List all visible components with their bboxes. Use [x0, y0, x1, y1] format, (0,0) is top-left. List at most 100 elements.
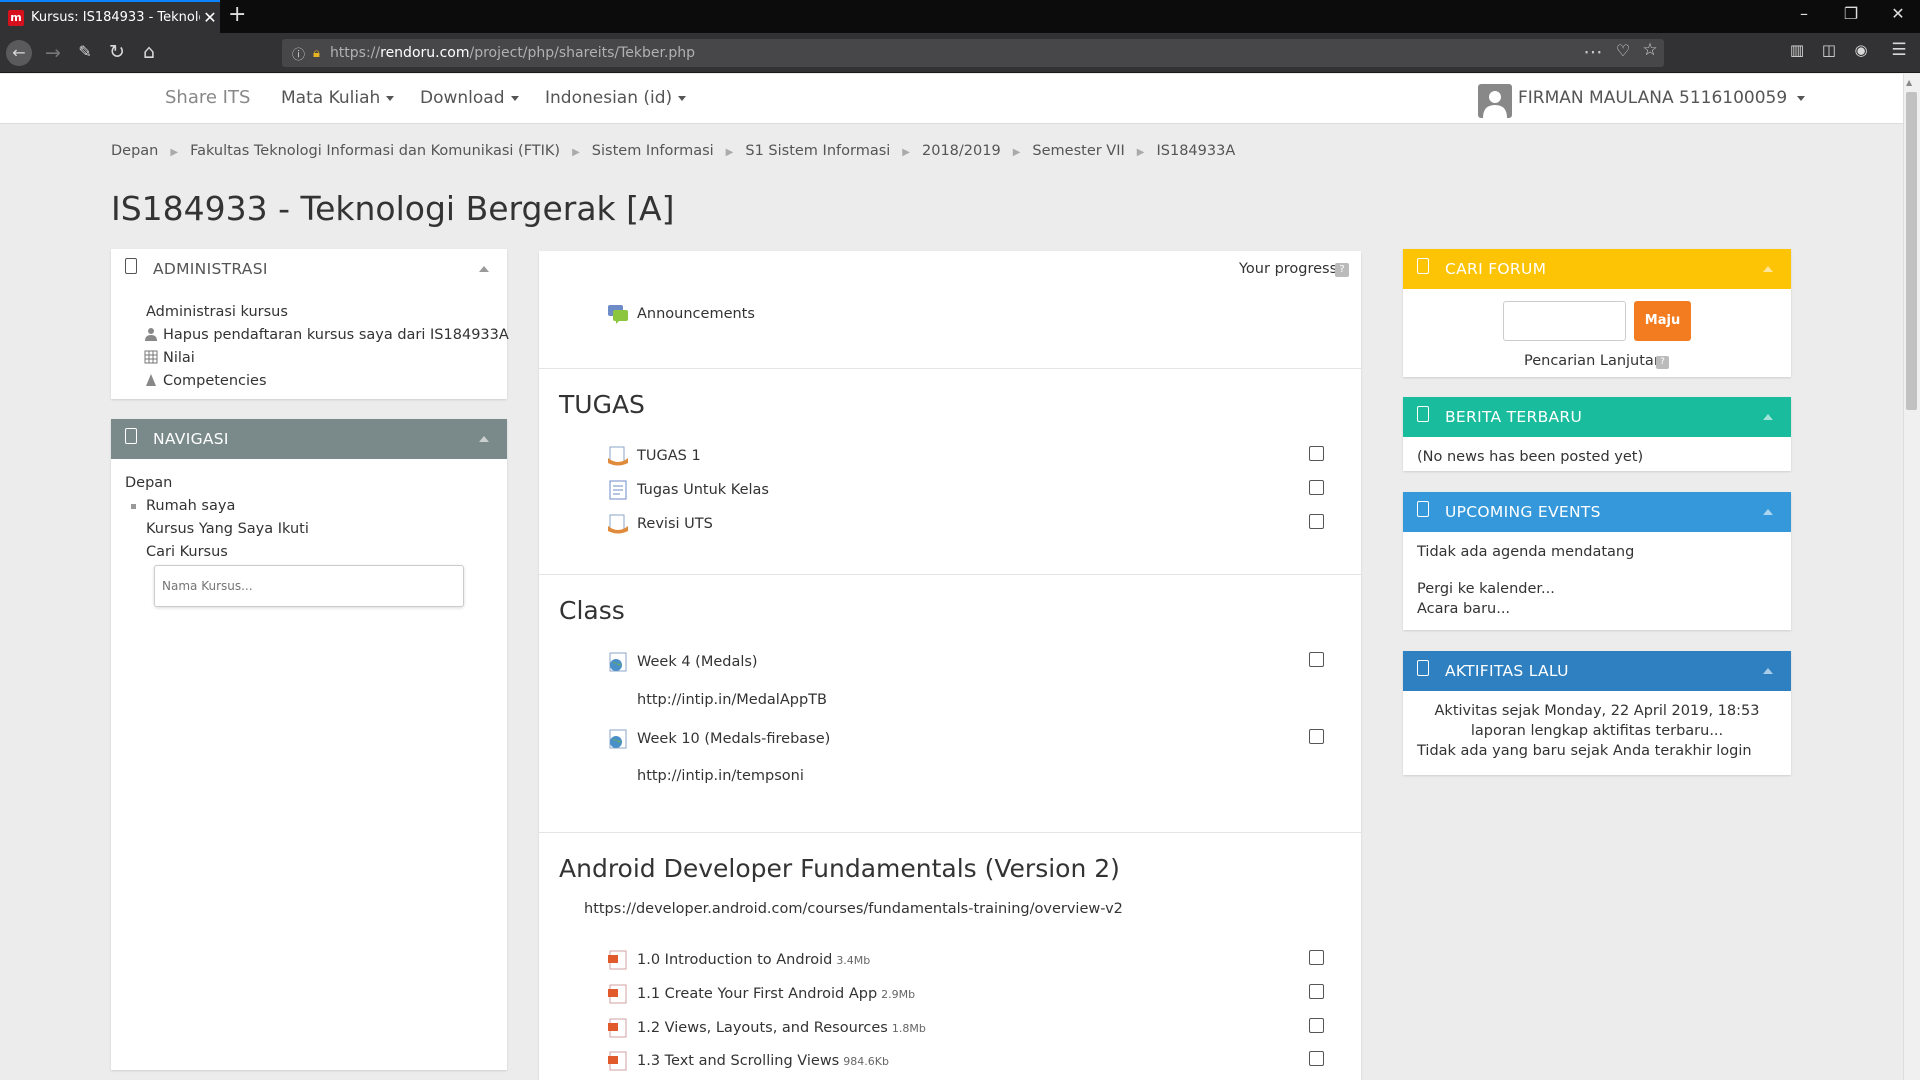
admin-course-link[interactable]: Administrasi kursus — [146, 304, 288, 320]
admin-block-header[interactable]: ADMINISTRASI — [111, 249, 507, 289]
recent-activity-header[interactable]: AKTIFITAS LALU — [1403, 651, 1791, 691]
bookmark-star-icon[interactable]: ☆ — [1637, 40, 1663, 60]
forum-search-button[interactable]: Maju — [1634, 301, 1691, 341]
forward-icon[interactable]: → — [40, 42, 66, 64]
completion-checkbox[interactable] — [1309, 984, 1324, 999]
minimize-icon[interactable]: – — [1784, 4, 1824, 23]
help-icon[interactable]: ? — [1656, 356, 1669, 369]
completion-checkbox[interactable] — [1309, 514, 1324, 529]
block-icon — [1417, 406, 1429, 422]
brand-link[interactable]: Share ITS — [165, 87, 250, 108]
account-icon[interactable]: ◉ — [1848, 41, 1874, 59]
calendar-link[interactable]: Pergi ke kalender... — [1417, 581, 1555, 597]
lock-warning-icon[interactable]: 🔒︎ — [313, 46, 320, 61]
nav-block-header[interactable]: NAVIGASI — [111, 419, 507, 459]
nav-cari-kursus[interactable]: Cari Kursus — [146, 544, 228, 560]
breadcrumb-item[interactable]: Fakultas Teknologi Informasi dan Komunik… — [190, 143, 560, 162]
announcements-activity[interactable]: Announcements — [607, 304, 755, 324]
pocket-icon[interactable]: ♡ — [1610, 41, 1636, 60]
page-icon — [609, 480, 627, 500]
activity-label: TUGAS 1 — [637, 448, 701, 464]
breadcrumb-item[interactable]: Semester VII — [1032, 143, 1124, 162]
breadcrumb-item[interactable]: 2018/2019 — [922, 143, 1001, 162]
page-title: IS184933 - Teknologi Bergerak [A] — [111, 189, 675, 228]
assignment-icon — [608, 446, 628, 466]
nav-kursus-ikuti[interactable]: Kursus Yang Saya Ikuti — [146, 521, 309, 537]
window-close-icon[interactable]: ✕ — [1878, 4, 1918, 23]
completion-checkbox[interactable] — [1309, 950, 1324, 965]
competencies-link[interactable]: Competencies — [144, 373, 267, 389]
url-prefix: https:// — [329, 45, 381, 61]
back-icon[interactable]: ← — [6, 40, 32, 66]
nav-depan[interactable]: Depan — [125, 475, 172, 491]
android-course-link[interactable]: https://developer.android.com/courses/fu… — [584, 901, 1123, 917]
advanced-search-link[interactable]: Pencarian Lanjutan — [1524, 353, 1663, 369]
library-icon[interactable]: ▥ — [1784, 41, 1810, 59]
grades-link[interactable]: Nilai — [144, 350, 195, 366]
activity-revisi-uts[interactable]: Revisi UTS — [607, 514, 713, 534]
scrollbar-thumb[interactable] — [1906, 92, 1917, 410]
new-event-link[interactable]: Acara baru... — [1417, 601, 1510, 617]
collapse-icon[interactable] — [479, 266, 489, 272]
forum-search-input[interactable] — [1503, 301, 1626, 341]
page-actions-icon[interactable]: ⋯ — [1580, 41, 1606, 63]
collapse-icon[interactable] — [1763, 668, 1773, 674]
completion-checkbox[interactable] — [1309, 1018, 1324, 1033]
reload-icon[interactable]: ↻ — [104, 41, 130, 63]
activity-tugas-1[interactable]: TUGAS 1 — [607, 446, 701, 466]
unenrol-link[interactable]: Hapus pendaftaran kursus saya dari IS184… — [144, 327, 509, 343]
completion-checkbox[interactable] — [1309, 652, 1324, 667]
search-forum-header[interactable]: CARI FORUM — [1403, 249, 1791, 289]
user-menu[interactable]: FIRMAN MAULANA 5116100059 — [1518, 88, 1806, 108]
menu-language[interactable]: Indonesian (id) — [545, 88, 687, 108]
news-header[interactable]: BERITA TERBARU — [1403, 397, 1791, 437]
activity-tugas-kelas[interactable]: Tugas Untuk Kelas — [607, 480, 769, 500]
link-text[interactable]: http://intip.in/MedalAppTB — [637, 692, 827, 708]
full-report-link[interactable]: laporan lengkap aktifitas terbaru... — [1403, 723, 1791, 739]
completion-checkbox[interactable] — [1309, 446, 1324, 461]
info-icon[interactable]: ⓘ — [292, 44, 305, 63]
collapse-icon[interactable] — [479, 436, 489, 442]
link-text[interactable]: http://intip.in/tempsoni — [637, 768, 804, 784]
competencies-icon — [146, 374, 156, 386]
scroll-up-icon[interactable]: ▲ — [1906, 78, 1912, 87]
activity-pdf-1-0[interactable]: 1.0 Introduction to Android 3.4Mb — [607, 950, 870, 970]
breadcrumb-item[interactable]: S1 Sistem Informasi — [745, 143, 890, 162]
breadcrumb-item[interactable]: Depan — [111, 143, 158, 162]
assignment-icon — [608, 514, 628, 534]
activity-week-10[interactable]: Week 10 (Medals-firebase) — [607, 729, 830, 749]
menu-download[interactable]: Download — [420, 88, 519, 108]
activity-pdf-1-1[interactable]: 1.1 Create Your First Android App 2.9Mb — [607, 984, 915, 1004]
user-avatar[interactable] — [1478, 84, 1512, 118]
url-bar[interactable]: ⓘ 🔒︎ https:// rendoru.com /project/php/s… — [282, 39, 1664, 67]
user-name: FIRMAN MAULANA 5116100059 — [1518, 88, 1788, 108]
forum-icon — [608, 305, 628, 324]
restore-icon[interactable]: ❐ — [1831, 4, 1871, 23]
activity-pdf-1-2[interactable]: 1.2 Views, Layouts, and Resources 1.8Mb — [607, 1018, 926, 1038]
completion-checkbox[interactable] — [1309, 480, 1324, 495]
completion-checkbox[interactable] — [1309, 1051, 1324, 1066]
completion-checkbox[interactable] — [1309, 729, 1324, 744]
close-tab-icon[interactable]: ✕ — [200, 8, 220, 27]
breadcrumb-item[interactable]: IS184933A — [1156, 143, 1235, 162]
breadcrumb-separator-icon: ▶ — [170, 147, 179, 158]
new-tab-icon[interactable]: + — [228, 2, 246, 27]
events-header[interactable]: UPCOMING EVENTS — [1403, 492, 1791, 532]
menu-hamburger-icon[interactable]: ☰ — [1886, 40, 1912, 60]
block-icon — [1417, 258, 1429, 274]
help-icon[interactable]: ? — [1335, 263, 1349, 277]
collapse-icon[interactable] — [1763, 509, 1773, 515]
collapse-icon[interactable] — [1763, 414, 1773, 420]
home-icon[interactable]: ⌂ — [136, 41, 162, 63]
activity-week-4[interactable]: Week 4 (Medals) — [607, 652, 758, 672]
breadcrumb-item[interactable]: Sistem Informasi — [592, 143, 714, 162]
nav-rumah-saya[interactable]: Rumah saya — [146, 498, 235, 514]
browser-tab[interactable]: m Kursus: IS184933 - Teknologi Bergerak … — [0, 0, 220, 33]
course-search-input[interactable] — [154, 565, 464, 607]
menu-mata-kuliah[interactable]: Mata Kuliah — [281, 88, 395, 108]
activity-pdf-1-3[interactable]: 1.3 Text and Scrolling Views 984.6Kb — [607, 1051, 889, 1071]
block-icon — [125, 258, 137, 274]
collapse-icon[interactable] — [1763, 266, 1773, 272]
sidebar-icon[interactable]: ◫ — [1816, 41, 1842, 59]
tools-icon[interactable]: ✎ — [72, 42, 98, 61]
